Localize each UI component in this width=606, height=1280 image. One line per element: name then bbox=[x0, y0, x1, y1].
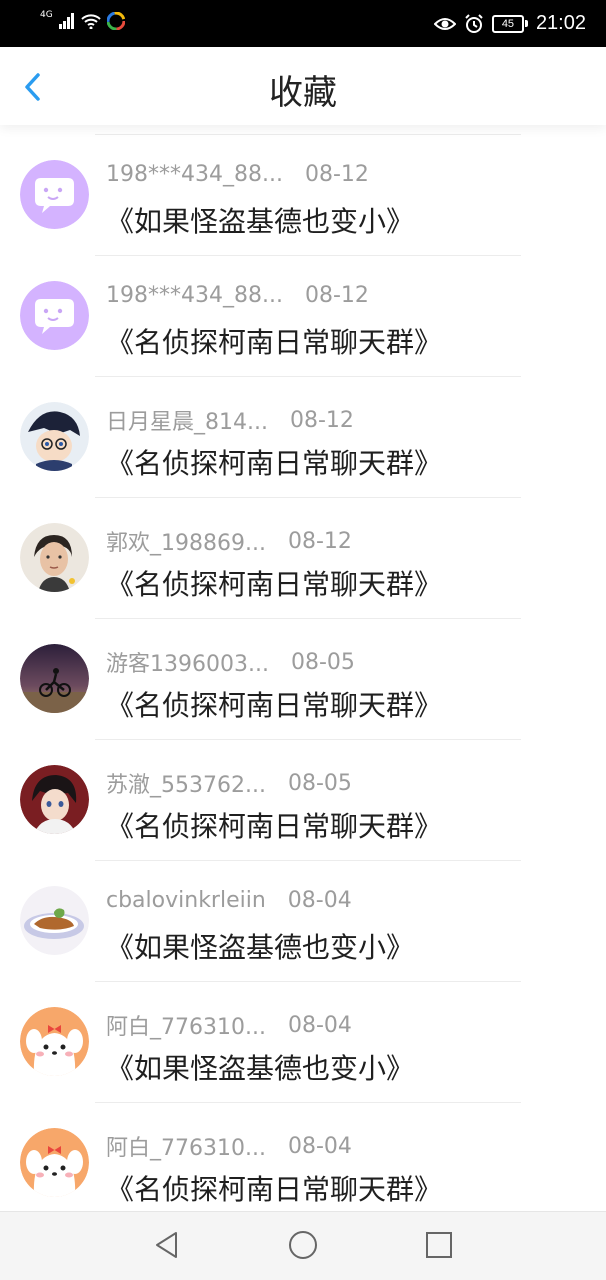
header: 收藏 bbox=[0, 47, 606, 125]
group-name: 《如果怪盗基德也变小》 bbox=[106, 931, 415, 964]
app-notification-icon bbox=[106, 12, 125, 30]
user-name: cbalovinkrleiin bbox=[106, 888, 266, 913]
anime-detective-avatar-icon bbox=[20, 402, 89, 471]
item-date: 08-05 bbox=[290, 649, 355, 675]
item-date: 08-05 bbox=[287, 770, 352, 796]
item-meta: 郭欢_198869... 08-12 bbox=[106, 525, 352, 557]
avatar bbox=[20, 160, 89, 229]
item-meta: 198***434_88... 08-12 bbox=[106, 283, 369, 308]
list-item[interactable]: 198***434_88... 08-12 《名侦探柯南日常聊天群》 bbox=[0, 255, 606, 376]
eye-comfort-icon bbox=[433, 17, 456, 30]
divider bbox=[95, 1102, 521, 1103]
divider bbox=[95, 739, 521, 740]
status-bar: 4G 45 21:02 bbox=[0, 0, 606, 47]
avatar bbox=[20, 1007, 89, 1076]
food-plate-avatar-icon bbox=[20, 886, 89, 955]
list-item[interactable]: 苏澈_553762... 08-05 《名侦探柯南日常聊天群》 bbox=[0, 739, 606, 860]
status-right: 45 21:02 bbox=[433, 0, 586, 47]
divider bbox=[95, 860, 521, 861]
person-avatar-icon bbox=[20, 523, 89, 592]
battery-level: 45 bbox=[491, 14, 524, 33]
avatar bbox=[20, 1128, 89, 1197]
wifi-icon bbox=[81, 14, 101, 29]
list-item[interactable]: 郭欢_198869... 08-12 《名侦探柯南日常聊天群》 bbox=[0, 497, 606, 618]
alarm-icon bbox=[465, 13, 483, 33]
list-item[interactable]: 198***434_88... 08-12 《如果怪盗基德也变小》 bbox=[0, 134, 606, 255]
group-name: 《名侦探柯南日常聊天群》 bbox=[106, 568, 443, 601]
item-date: 08-04 bbox=[287, 1133, 352, 1159]
avatar bbox=[20, 523, 89, 592]
chat-bubble-icon bbox=[20, 281, 89, 350]
divider bbox=[95, 376, 521, 377]
list-item[interactable]: 游客1396003... 08-05 《名侦探柯南日常聊天群》 bbox=[0, 618, 606, 739]
item-date: 08-04 bbox=[287, 1012, 352, 1038]
item-date: 08-04 bbox=[287, 888, 352, 913]
user-name: 阿白_776310... bbox=[106, 1015, 266, 1040]
list-item[interactable]: 日月星晨_814... 08-12 《名侦探柯南日常聊天群》 bbox=[0, 376, 606, 497]
list-item[interactable]: 阿白_776310... 08-04 《如果怪盗基德也变小》 bbox=[0, 981, 606, 1102]
system-nav-bar bbox=[0, 1211, 606, 1280]
item-meta: cbalovinkrleiin 08-04 bbox=[106, 888, 352, 913]
signal-icon bbox=[58, 13, 74, 29]
user-name: 郭欢_198869... bbox=[106, 531, 266, 556]
item-meta: 198***434_88... 08-12 bbox=[106, 162, 369, 187]
circle-home-icon bbox=[289, 1231, 317, 1259]
battery-tip bbox=[524, 20, 528, 27]
avatar bbox=[20, 402, 89, 471]
user-name: 游客1396003... bbox=[106, 652, 269, 677]
nav-recents-button[interactable] bbox=[424, 1230, 454, 1264]
status-left: 4G bbox=[40, 9, 125, 30]
page-title: 收藏 bbox=[269, 73, 337, 113]
favorites-list: 198***434_88... 08-12 《如果怪盗基德也变小》 198***… bbox=[0, 134, 606, 1223]
group-name: 《名侦探柯南日常聊天群》 bbox=[106, 447, 443, 480]
divider bbox=[95, 618, 521, 619]
group-name: 《名侦探柯南日常聊天群》 bbox=[106, 1173, 443, 1206]
avatar bbox=[20, 281, 89, 350]
avatar bbox=[20, 765, 89, 834]
item-meta: 阿白_776310... 08-04 bbox=[106, 1009, 352, 1041]
user-name: 阿白_776310... bbox=[106, 1136, 266, 1161]
divider bbox=[95, 497, 521, 498]
cute-dog-avatar-icon bbox=[20, 1128, 89, 1197]
group-name: 《如果怪盗基德也变小》 bbox=[106, 205, 415, 238]
motorbike-avatar-icon bbox=[20, 644, 89, 713]
user-name: 198***434_88... bbox=[106, 283, 283, 308]
user-name: 日月星晨_814... bbox=[106, 410, 268, 435]
item-meta: 游客1396003... 08-05 bbox=[106, 646, 355, 678]
group-name: 《如果怪盗基德也变小》 bbox=[106, 1052, 415, 1085]
battery-indicator: 45 bbox=[491, 14, 528, 33]
group-name: 《名侦探柯南日常聊天群》 bbox=[106, 326, 443, 359]
avatar bbox=[20, 886, 89, 955]
user-name: 苏澈_553762... bbox=[106, 773, 266, 798]
divider bbox=[95, 255, 521, 256]
triangle-back-icon bbox=[156, 1232, 177, 1258]
group-name: 《名侦探柯南日常聊天群》 bbox=[106, 810, 443, 843]
list-item[interactable]: 阿白_776310... 08-04 《名侦探柯南日常聊天群》 bbox=[0, 1102, 606, 1223]
item-meta: 日月星晨_814... 08-12 bbox=[106, 404, 354, 436]
avatar bbox=[20, 644, 89, 713]
item-meta: 阿白_776310... 08-04 bbox=[106, 1130, 352, 1162]
nav-back-button[interactable] bbox=[152, 1230, 182, 1264]
item-meta: 苏澈_553762... 08-05 bbox=[106, 767, 352, 799]
anime-boy-avatar-icon bbox=[20, 765, 89, 834]
chat-bubble-icon bbox=[20, 160, 89, 229]
item-date: 08-12 bbox=[289, 407, 354, 433]
network-type: 4G bbox=[40, 9, 53, 20]
nav-home-button[interactable] bbox=[286, 1228, 320, 1266]
square-recents-icon bbox=[426, 1232, 452, 1258]
group-name: 《名侦探柯南日常聊天群》 bbox=[106, 689, 443, 722]
user-name: 198***434_88... bbox=[106, 162, 283, 187]
item-date: 08-12 bbox=[304, 283, 369, 308]
item-date: 08-12 bbox=[304, 162, 369, 187]
item-date: 08-12 bbox=[287, 528, 352, 554]
list-item[interactable]: cbalovinkrleiin 08-04 《如果怪盗基德也变小》 bbox=[0, 860, 606, 981]
cute-dog-avatar-icon bbox=[20, 1007, 89, 1076]
divider bbox=[95, 981, 521, 982]
clock: 21:02 bbox=[535, 12, 586, 34]
